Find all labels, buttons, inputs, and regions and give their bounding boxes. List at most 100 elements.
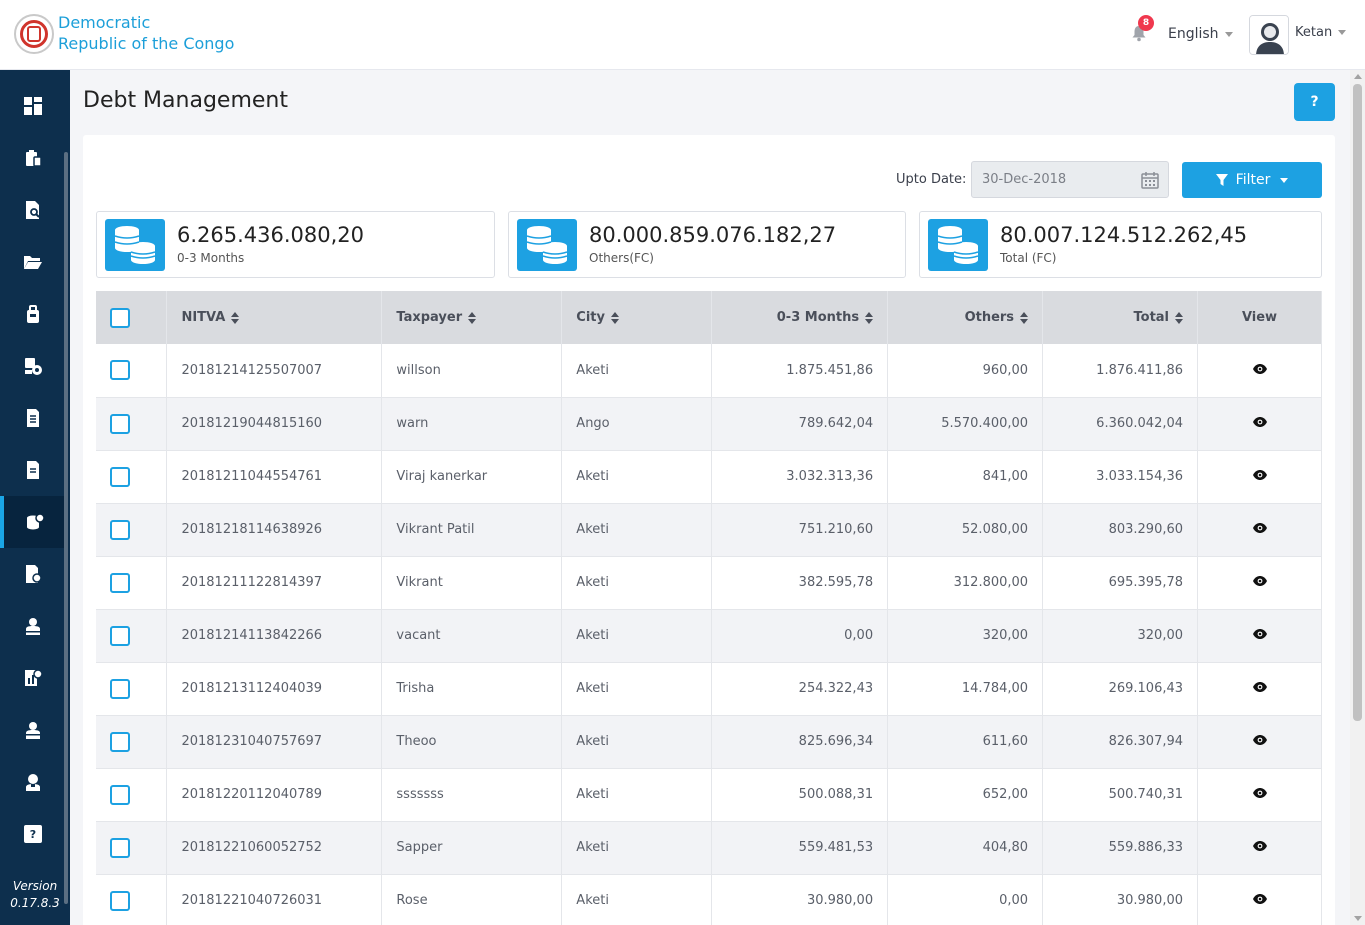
sidebar-item-help[interactable]: ?	[0, 808, 66, 860]
sidebar-item-returns[interactable]	[0, 392, 66, 444]
top-header: Democratic Republic of the Congo 8 Engli…	[0, 0, 1365, 70]
sidebar-item-analytics[interactable]	[0, 652, 66, 704]
select-all-checkbox[interactable]	[110, 307, 130, 328]
sidebar-item-files[interactable]	[0, 236, 66, 288]
sidebar-item-support[interactable]	[0, 756, 66, 808]
sort-icon	[1020, 311, 1029, 324]
eye-icon[interactable]	[1252, 470, 1267, 480]
sidebar-item-users[interactable]	[0, 704, 66, 756]
sidebar-item-debt-management[interactable]	[0, 496, 66, 548]
months-0-3-cell: 500.088,31	[711, 768, 889, 822]
row-checkbox[interactable]	[110, 360, 130, 381]
language-label: English	[1168, 26, 1219, 42]
filter-button[interactable]: Filter	[1182, 162, 1322, 198]
row-select-cell	[96, 662, 168, 716]
stat-label: Total (FC)	[1000, 251, 1057, 265]
row-checkbox[interactable]	[110, 731, 130, 752]
taxpayer-cell: Vikrant	[381, 556, 563, 610]
row-checkbox[interactable]	[110, 837, 130, 858]
taxpayer-cell: willson	[381, 344, 563, 398]
column-header-0-3-months[interactable]: 0-3 Months	[711, 291, 889, 344]
sidebar-item-payments[interactable]	[0, 288, 66, 340]
column-header-total[interactable]: Total	[1042, 291, 1199, 344]
sidebar-item-registration[interactable]	[0, 132, 66, 184]
document-list-icon	[27, 409, 39, 427]
column-header-nitva[interactable]: NITVA	[166, 291, 383, 344]
scroll-down-icon[interactable]	[1354, 916, 1362, 921]
page-scrollbar[interactable]	[1350, 70, 1365, 925]
eye-icon[interactable]	[1252, 576, 1267, 586]
column-header-others[interactable]: Others	[887, 291, 1044, 344]
calendar-icon[interactable]	[1140, 170, 1160, 190]
nitva-cell: 20181214125507007	[166, 344, 383, 398]
eye-icon[interactable]	[1252, 735, 1267, 745]
debt-table: NITVA Taxpayer City 0-3 Months Others To…	[96, 291, 1322, 925]
nitva-cell: 20181221060052752	[166, 821, 383, 875]
brand-name[interactable]: Democratic Republic of the Congo	[58, 12, 234, 54]
eye-icon[interactable]	[1252, 629, 1267, 639]
column-header-taxpayer[interactable]: Taxpayer	[381, 291, 563, 344]
months-0-3-cell: 382.595,78	[711, 556, 889, 610]
city-cell: Aketi	[561, 662, 713, 716]
sidebar-item-taxpayer[interactable]	[0, 600, 66, 652]
eye-icon[interactable]	[1252, 841, 1267, 851]
taxpayer-cell: sssssss	[381, 768, 563, 822]
row-checkbox[interactable]	[110, 413, 130, 434]
table-row: 20181231040757697 Theoo Aketi 825.696,34…	[96, 715, 1322, 769]
sidebar: ?	[0, 70, 70, 925]
avatar[interactable]	[1249, 15, 1289, 55]
help-icon: ?	[24, 825, 42, 843]
total-cell: 500.740,31	[1042, 768, 1199, 822]
sidebar-scrollbar[interactable]	[64, 152, 68, 904]
sort-icon	[610, 311, 619, 324]
upto-date-input[interactable]: 30-Dec-2018	[971, 161, 1169, 198]
language-selector[interactable]: English	[1168, 26, 1233, 42]
bag-icon	[27, 305, 39, 323]
sidebar-item-reports-info[interactable]	[0, 548, 66, 600]
row-checkbox[interactable]	[110, 890, 130, 911]
sidebar-item-search[interactable]	[0, 184, 66, 236]
others-cell: 5.570.400,00	[887, 397, 1044, 451]
row-select-cell	[96, 450, 168, 504]
city-cell: Aketi	[561, 609, 713, 663]
city-cell: Aketi	[561, 344, 713, 398]
row-checkbox[interactable]	[110, 678, 130, 699]
view-cell	[1197, 874, 1322, 925]
sidebar-item-documents[interactable]	[0, 444, 66, 496]
eye-icon[interactable]	[1252, 523, 1267, 533]
scroll-up-icon[interactable]	[1354, 74, 1362, 79]
row-checkbox[interactable]	[110, 466, 130, 487]
eye-icon[interactable]	[1252, 788, 1267, 798]
eye-icon[interactable]	[1252, 894, 1267, 904]
chevron-down-icon	[1224, 31, 1233, 37]
eye-icon[interactable]	[1252, 417, 1267, 427]
logo-emblem	[27, 26, 41, 42]
months-0-3-cell: 3.032.313,36	[711, 450, 889, 504]
city-cell: Aketi	[561, 450, 713, 504]
table-row: 20181221060052752 Sapper Aketi 559.481,5…	[96, 821, 1322, 875]
column-header-city[interactable]: City	[561, 291, 713, 344]
nitva-cell: 20181221040726031	[166, 874, 383, 925]
row-checkbox[interactable]	[110, 572, 130, 593]
table-row: 20181211122814397 Vikrant Aketi 382.595,…	[96, 556, 1322, 610]
row-select-cell	[96, 503, 168, 557]
scrollbar-thumb[interactable]	[1353, 84, 1362, 721]
sidebar-item-dashboard[interactable]	[0, 80, 66, 132]
debt-icon	[27, 513, 45, 530]
sidebar-item-user-settings[interactable]	[0, 340, 66, 392]
brand-logo[interactable]	[14, 14, 54, 54]
eye-icon[interactable]	[1252, 363, 1267, 374]
row-checkbox[interactable]	[110, 519, 130, 540]
row-checkbox[interactable]	[110, 784, 130, 805]
user-settings-icon	[25, 358, 42, 375]
help-button[interactable]: ?	[1294, 83, 1335, 121]
eye-icon[interactable]	[1252, 682, 1267, 692]
user-menu[interactable]: Ketan	[1295, 25, 1347, 40]
taxpayer-cell: Rose	[381, 874, 563, 925]
row-checkbox[interactable]	[110, 625, 130, 646]
version-info: Version 0.17.8.3	[0, 878, 70, 912]
user-icon	[26, 618, 40, 635]
others-cell: 611,60	[887, 715, 1044, 769]
nitva-cell: 20181218114638926	[166, 503, 383, 557]
coins-icon	[105, 219, 165, 271]
